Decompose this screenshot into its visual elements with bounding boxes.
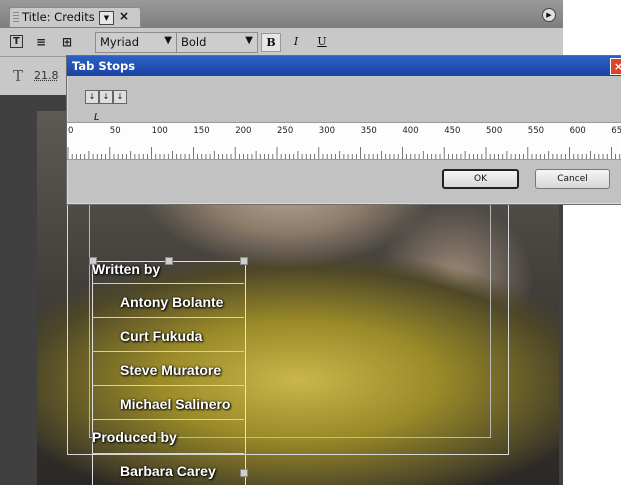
ruler-label: 50	[109, 126, 121, 136]
font-size-value[interactable]: 21.8	[34, 69, 59, 82]
bold-button[interactable]: B	[261, 33, 281, 52]
title-toolbar: T ≡ ⊞ Myriad ▼ Bold ▼ B I U	[0, 28, 563, 57]
tab-stops-icon[interactable]: ≡	[36, 35, 46, 49]
ruler-label: 100	[151, 126, 168, 136]
templates-icon[interactable]: ⊞	[62, 35, 72, 49]
ruler-label: 150	[193, 126, 210, 136]
tab-stops-dialog: Tab Stops × ↓ ↓ ↓ L 0 50 100 150 200 250 300 35…	[66, 55, 621, 205]
ruler-label: 300	[318, 126, 336, 136]
resize-handle[interactable]	[240, 257, 248, 265]
panel-menu-button[interactable]: ▶	[530, 8, 556, 22]
chevron-down-icon: ▼	[164, 35, 172, 46]
credit-name: Curt Fukuda	[120, 328, 203, 344]
ruler-label: 600	[569, 126, 586, 136]
ruler-label: 550	[527, 126, 545, 136]
tab-row-line	[92, 317, 244, 318]
credit-name: Steve Muratore	[120, 362, 222, 378]
tab-title-credits[interactable]: Title: Credits ▼ ×	[9, 7, 141, 27]
dialog-close-button[interactable]: ×	[610, 58, 621, 75]
right-tab-button[interactable]: ↓	[113, 90, 127, 104]
font-size-icon: T	[13, 67, 24, 85]
tab-row-line	[92, 385, 244, 386]
font-style-value: Bold	[181, 35, 207, 49]
italic-button[interactable]: I	[287, 33, 305, 50]
credit-name: Michael Salinero	[120, 396, 231, 412]
tab-row-line	[92, 419, 244, 420]
tab-row-line	[92, 283, 244, 284]
tab-row-line	[92, 351, 244, 352]
title-type-icon[interactable]: T	[10, 35, 23, 48]
panel-menu-icon: ▶	[542, 8, 556, 22]
chevron-down-icon: ▼	[245, 35, 253, 46]
ok-button[interactable]: OK	[442, 169, 519, 189]
credit-name: Antony Bolante	[120, 294, 224, 310]
dialog-title: Tab Stops	[72, 59, 136, 73]
panel-tab-bar: Title: Credits ▼ × ▶	[0, 0, 563, 28]
ruler-label: 350	[360, 126, 377, 136]
drag-grip-icon[interactable]	[13, 12, 19, 23]
tab-close-button[interactable]: ×	[119, 9, 129, 23]
tab-ruler[interactable]: 0 50 100 150 200 250 300 350 400 450 500 550 600 650	[67, 122, 621, 160]
ruler-label: 500	[486, 126, 503, 136]
dialog-title-bar[interactable]: Tab Stops	[67, 56, 621, 76]
ruler-label: 450	[444, 126, 461, 136]
center-tab-button[interactable]: ↓	[99, 90, 113, 104]
credit-name: Barbara Carey	[120, 463, 216, 479]
cancel-button[interactable]: Cancel	[535, 169, 610, 189]
font-style-select[interactable]: Bold ▼	[176, 32, 258, 53]
resize-handle[interactable]	[240, 469, 248, 477]
ruler-label: 650	[611, 126, 621, 136]
ruler-label: 400	[402, 126, 419, 136]
ruler-label: 0	[68, 126, 74, 136]
tab-title-label: Title: Credits	[22, 10, 95, 24]
tab-row-line	[92, 453, 244, 454]
credit-heading-written: Written by	[92, 261, 161, 277]
font-family-select[interactable]: Myriad ▼	[95, 32, 177, 53]
font-family-value: Myriad	[100, 35, 139, 49]
tab-menu-button[interactable]: ▼	[99, 11, 114, 25]
underline-button[interactable]: U	[313, 33, 331, 50]
resize-handle[interactable]	[165, 257, 173, 265]
ruler-ticks	[67, 147, 621, 159]
ruler-label: 250	[277, 126, 294, 136]
ruler-label: 200	[235, 126, 252, 136]
left-tab-button[interactable]: ↓	[85, 90, 99, 104]
credit-heading-produced: Produced by	[92, 429, 177, 445]
